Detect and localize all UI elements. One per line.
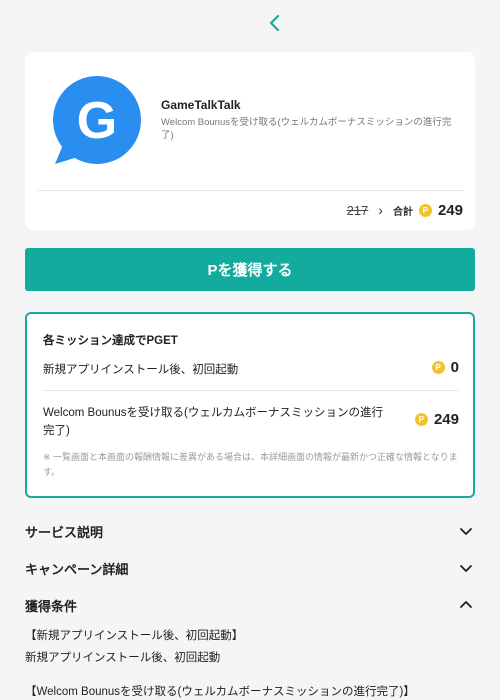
mission-label: 新規アプリインストール後、初回起動 bbox=[43, 364, 239, 376]
divider bbox=[43, 390, 459, 391]
app-description: Welcom Bounusを受け取る(ウェルカムボーナスミッションの進行完了) bbox=[161, 117, 452, 141]
condition-text: 新規アプリインストール後、初回起動 bbox=[25, 652, 221, 664]
app-card: G GameTalkTalk Welcom Bounusを受け取る(ウェルカムボ… bbox=[25, 52, 475, 230]
point-coin-icon: P bbox=[431, 361, 445, 374]
app-name: GameTalkTalk bbox=[161, 98, 241, 112]
mission-points: P 0 bbox=[431, 359, 459, 376]
accordion-campaign-details[interactable]: キャンペーン詳細 bbox=[25, 557, 475, 579]
accordion-acquisition-conditions[interactable]: 獲得条件 bbox=[25, 594, 475, 616]
chevron-left-icon bbox=[269, 14, 280, 32]
mission-points: P 249 bbox=[414, 411, 459, 428]
disclaimer-note: ※ 一覧画面と本画面の報酬情報に差異がある場合は、本詳細画面の情報が最新かつ正確… bbox=[43, 452, 458, 477]
total-points: 249 bbox=[437, 201, 463, 219]
app-logo: G bbox=[45, 72, 145, 172]
condition-heading: 【新規アプリインストール後、初回起動】 bbox=[25, 630, 244, 642]
accordion-title: キャンペーン詳細 bbox=[25, 561, 129, 577]
accordion-title: 獲得条件 bbox=[25, 598, 78, 614]
condition-heading: 【Welcom Bounusを受け取る(ウェルカムボーナスミッションの進行完了)… bbox=[25, 686, 415, 698]
mission-points-value: 249 bbox=[433, 411, 459, 428]
back-button[interactable] bbox=[262, 10, 288, 36]
missions-title: 各ミッション達成でPGET bbox=[43, 335, 178, 347]
mission-points-value: 0 bbox=[450, 359, 459, 376]
missions-panel: 各ミッション達成でPGET 新規アプリインストール後、初回起動 P 0 Welc… bbox=[25, 312, 475, 498]
chevron-down-icon bbox=[460, 528, 472, 535]
app-logo-letter: G bbox=[77, 92, 117, 150]
chevron-up-icon bbox=[460, 601, 472, 608]
points-summary: 217 › 合計 P 249 bbox=[347, 200, 463, 220]
chevron-right-icon: › bbox=[378, 202, 383, 218]
accordion-service-description[interactable]: サービス説明 bbox=[25, 520, 475, 542]
get-points-button[interactable]: Pを獲得する bbox=[25, 248, 475, 291]
accordion-title: サービス説明 bbox=[25, 524, 104, 540]
chevron-down-icon bbox=[460, 565, 472, 572]
mission-label: Welcom Bounusを受け取る(ウェルカムボーナスミッションの進行完了) bbox=[43, 407, 384, 437]
old-points: 217 bbox=[346, 202, 369, 218]
point-coin-icon: P bbox=[414, 413, 428, 426]
point-coin-icon: P bbox=[418, 203, 432, 217]
divider bbox=[37, 190, 463, 191]
total-label: 合計 bbox=[392, 206, 413, 218]
